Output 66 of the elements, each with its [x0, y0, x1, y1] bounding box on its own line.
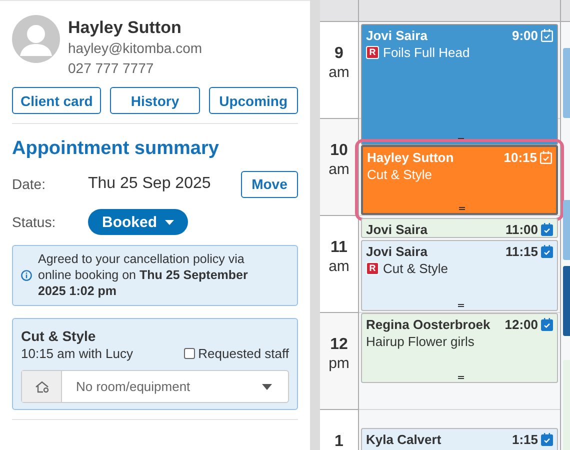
appointment-card[interactable]: Jovi Saira 11:00	[361, 218, 558, 238]
client-button[interactable]: History	[110, 87, 200, 114]
client-button[interactable]: Upcoming	[208, 87, 298, 114]
house-icon	[34, 380, 48, 392]
client-name: Hayley Sutton	[367, 150, 455, 165]
client-name: Kyla Calvert	[366, 432, 442, 447]
hour-label: 12	[330, 336, 348, 354]
resize-handle-icon	[458, 376, 464, 379]
calendar-icon	[541, 433, 553, 446]
calendar-icon	[541, 318, 553, 331]
appointment-card[interactable]	[563, 48, 570, 118]
time-label: 11:15	[505, 244, 538, 259]
caret-icon	[165, 220, 174, 224]
info-icon	[21, 270, 32, 280]
client-name: Jovi Saira	[366, 222, 428, 237]
notice-text: Agreed to your cancellation policy via online booking on Thu 25 September 2025 1:02 pm	[38, 251, 249, 299]
move-button[interactable]: Move	[241, 170, 298, 198]
avatar-icon	[12, 15, 60, 63]
section-title: Appointment summary	[12, 138, 220, 160]
calendar-icon	[540, 151, 552, 164]
appointment-card[interactable]	[563, 200, 570, 260]
time-label: 11:00	[505, 222, 538, 237]
service-detail: 10:15 am with Lucy	[21, 346, 134, 361]
requested-staff-checkbox[interactable]: Requested staff	[184, 346, 289, 361]
appointment-card[interactable]: Jovi Saira 11:15 R Cut & Style	[361, 240, 558, 311]
field-label: Date:	[12, 176, 46, 192]
appointment-card[interactable]: Regina Oosterbroek 12:00 Hairup Flower girls	[361, 313, 558, 383]
status-dropdown[interactable]: Booked	[88, 209, 188, 235]
time-label: 10:15	[504, 150, 537, 165]
service-name: Foils Full Head	[383, 45, 470, 60]
client-phone: 027 777 7777	[68, 59, 155, 78]
calendar-icon	[541, 29, 553, 42]
calendar-icon	[541, 245, 553, 258]
time-label: 12:00	[504, 317, 538, 332]
service-name: Cut & Style	[367, 167, 432, 182]
service-name: Hairup Flower girls	[366, 334, 474, 349]
caret-icon	[262, 384, 272, 390]
field-label: Status:	[12, 214, 57, 230]
hour-label: 9	[334, 45, 344, 63]
appointment-card[interactable]: Jovi Saira 9:00 R Foils Full Head	[361, 24, 558, 145]
client-name: Jovi Saira	[366, 244, 428, 259]
resize-handle-icon	[459, 207, 465, 210]
time-label: 9:00	[512, 28, 538, 43]
appointment-card[interactable]	[563, 266, 570, 336]
badge: R	[366, 46, 379, 59]
hour-label: 11	[330, 239, 348, 257]
time-label: 1:15	[512, 432, 538, 447]
client-name: Jovi Saira	[366, 28, 428, 43]
client-email: hayley@kitomba.com	[68, 39, 202, 58]
period-label: am	[328, 160, 350, 180]
client-name: Regina Oosterbroek	[366, 317, 492, 332]
badge: R	[366, 262, 379, 275]
client-button[interactable]: Client card	[12, 87, 102, 114]
calendar-icon	[541, 223, 553, 236]
period-label: am	[328, 257, 350, 277]
service-name: Cut & Style	[21, 328, 97, 344]
hour-label: 10	[330, 142, 348, 160]
room-select[interactable]: No room/equipment	[21, 370, 289, 403]
service-name: Cut & Style	[383, 261, 448, 276]
client-name: Hayley Sutton	[68, 18, 182, 38]
hour-label: 1	[334, 433, 344, 450]
period-label: pm	[328, 354, 350, 374]
resize-handle-icon	[458, 304, 464, 307]
appointment-card[interactable]: Kyla Calvert 1:15	[361, 428, 558, 450]
period-label: am	[328, 63, 350, 83]
date-value: Thu 25 Sep 2025	[88, 175, 212, 193]
